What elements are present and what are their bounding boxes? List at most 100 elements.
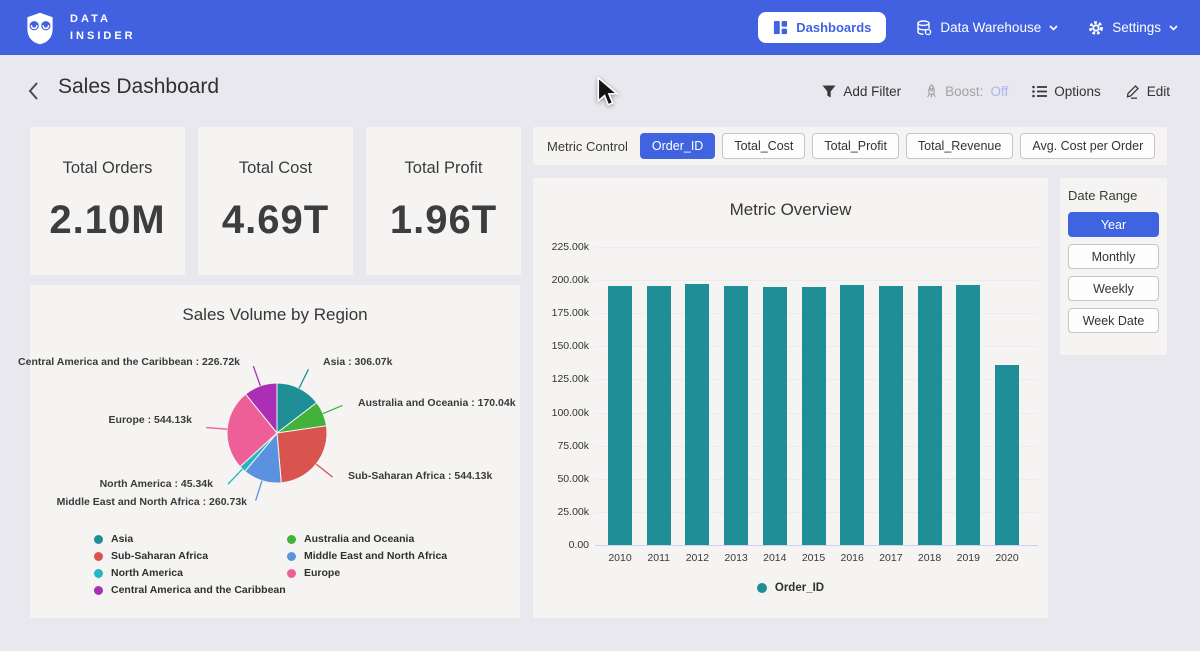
boost-label: Boost: [945,84,983,99]
owl-logo-icon [22,10,58,46]
y-tick-label: 100.00k [552,407,589,419]
metric-overview-chart-card: Metric Overview 225.00k200.00k175.00k150… [533,178,1048,618]
x-tick-label: 2019 [957,552,980,564]
x-tick-label: 2016 [841,552,864,564]
x-tick-label: 2020 [995,552,1018,564]
pie-label-central-america-caribbean: Central America and the Caribbean : 226.… [18,356,240,368]
pie-leader-line [323,405,342,413]
y-tick-label: 125.00k [552,373,589,385]
pie-leader-line [228,469,243,484]
y-tick-label: 0.00 [569,539,589,551]
pie-label-sub-saharan-africa: Sub-Saharan Africa : 544.13k [348,470,492,482]
bar-2020[interactable] [995,365,1019,545]
bar-plot-area [595,247,1038,545]
add-filter-label: Add Filter [843,84,901,99]
x-tick-label: 2011 [647,552,670,564]
y-tick-label: 200.00k [552,274,589,286]
gridline [595,280,1038,281]
pie-slice-sub-saharan-africa[interactable] [277,426,327,483]
y-tick-label: 225.00k [552,241,589,253]
x-tick-label: 2017 [879,552,902,564]
bar-2013[interactable] [724,286,748,545]
chevron-down-icon [1169,25,1178,31]
x-tick-label: 2014 [763,552,786,564]
bar-2019[interactable] [956,285,980,545]
options-button[interactable]: Options [1032,84,1101,99]
legend-label: Order_ID [775,582,824,594]
legend-item-north-america: North America [94,567,286,579]
date-range-week-date-button[interactable]: Week Date [1068,308,1159,333]
chart-title: Metric Overview [533,200,1048,220]
legend-dot [94,586,103,595]
brand-line1: DATA [70,11,136,28]
bar-2017[interactable] [879,286,903,545]
metric-button-avg-cost[interactable]: Avg. Cost per Order [1020,133,1155,159]
bar-2014[interactable] [763,287,787,545]
kpi-card-total-orders: Total Orders 2.10M [30,127,185,275]
boost-state: Off [990,84,1008,99]
metric-button-total-cost[interactable]: Total_Cost [722,133,805,159]
legend-item-asia: Asia [94,533,286,545]
page-title: Sales Dashboard [58,75,219,99]
metric-button-total-profit[interactable]: Total_Profit [812,133,899,159]
bar-2010[interactable] [608,286,632,545]
kpi-card-total-cost: Total Cost 4.69T [198,127,353,275]
bar-2016[interactable] [840,285,864,545]
header-actions: Add Filter Boost: Off Options Ed [822,84,1170,99]
legend-dot [94,569,103,578]
legend-label: Sub-Saharan Africa [111,550,208,562]
data-warehouse-label: Data Warehouse [940,20,1041,35]
pie-label-europe: Europe : 544.13k [109,414,192,426]
brand-line2: INSIDER [70,28,136,45]
pie-label-australia-oceania: Australia and Oceania : 170.04k [358,397,516,409]
settings-menu[interactable]: Settings [1088,20,1178,36]
pie-leader-line [316,464,332,477]
dashboards-button[interactable]: Dashboards [758,12,886,43]
pencil-icon [1125,84,1140,99]
rocket-icon [925,84,938,99]
edit-label: Edit [1147,84,1170,99]
back-button[interactable] [27,81,47,101]
pie-leader-line [256,481,262,501]
boost-toggle[interactable]: Boost: Off [925,84,1008,99]
bar-2012[interactable] [685,284,709,545]
legend-dot [287,552,296,561]
chevron-left-icon [27,81,39,101]
kpi-card-total-profit: Total Profit 1.96T [366,127,521,275]
bar-2015[interactable] [802,287,826,545]
legend-item-central-america-caribbean: Central America and the Caribbean [94,584,286,596]
metric-button-total-revenue[interactable]: Total_Revenue [906,133,1013,159]
top-navbar: DATA INSIDER Dashboards Data Warehouse [0,0,1200,55]
sales-volume-chart-card: Sales Volume by Region Asia : 306.07k Au… [30,285,520,618]
metric-button-order-id[interactable]: Order_ID [640,133,715,159]
legend-item-sub-saharan-africa: Sub-Saharan Africa [94,550,286,562]
date-range-weekly-button[interactable]: Weekly [1068,276,1159,301]
gridline [595,545,1038,546]
gridline [595,247,1038,248]
brand: DATA INSIDER [22,10,136,46]
pie-label-north-america: North America : 45.34k [100,478,213,490]
x-axis-labels: 2010201120122013201420152016201720182019… [595,552,1038,566]
data-warehouse-menu[interactable]: Data Warehouse [916,20,1058,36]
y-tick-label: 75.00k [557,440,589,452]
list-icon [1032,85,1047,98]
gear-icon [1088,20,1104,36]
legend-dot [757,583,767,593]
kpi-label: Total Profit [405,159,483,178]
bar-2018[interactable] [918,286,942,545]
date-range-year-button[interactable]: Year [1068,212,1159,237]
chevron-down-icon [1049,25,1058,31]
legend-item-australia-oceania: Australia and Oceania [287,533,447,545]
add-filter-button[interactable]: Add Filter [822,84,901,99]
legend-item-europe: Europe [287,567,447,579]
date-range-monthly-button[interactable]: Monthly [1068,244,1159,269]
y-tick-label: 25.00k [557,506,589,518]
legend-dot [287,535,296,544]
pie-legend-column-1: Asia Sub-Saharan Africa North America Ce… [94,533,286,596]
settings-label: Settings [1112,20,1161,35]
kpi-value: 4.69T [222,198,329,243]
edit-button[interactable]: Edit [1125,84,1170,99]
x-tick-label: 2015 [802,552,825,564]
kpi-value: 1.96T [390,198,497,243]
bar-2011[interactable] [647,286,671,545]
